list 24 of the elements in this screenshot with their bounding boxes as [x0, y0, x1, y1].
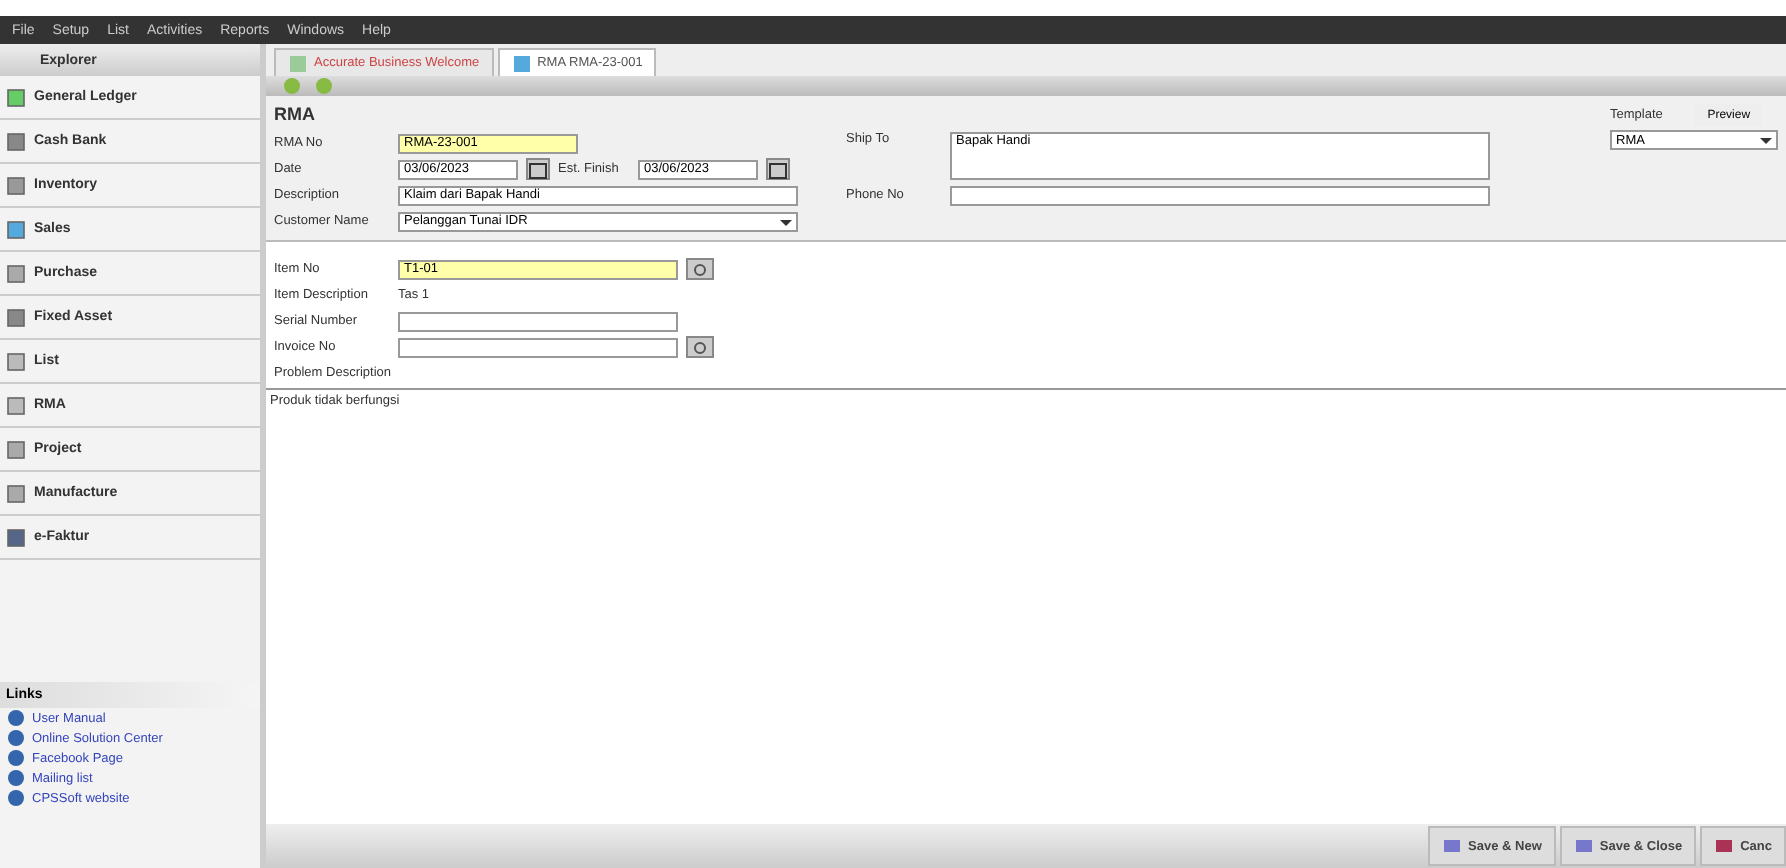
search-icon: [690, 259, 710, 279]
module-icon: [6, 131, 26, 151]
tab-icon: [288, 53, 308, 73]
module-icon: [6, 219, 26, 239]
module-icon: [6, 87, 26, 107]
module-icon: [6, 175, 26, 195]
phone-field[interactable]: [950, 185, 1490, 205]
lookup-button[interactable]: [686, 258, 714, 280]
button-icon: [1714, 836, 1735, 856]
serial-number-field[interactable]: [398, 311, 678, 331]
module-icon: [6, 439, 26, 459]
button-icon: [1573, 836, 1594, 856]
module-icon: [6, 307, 26, 327]
search-icon: [690, 337, 710, 357]
module-icon: [6, 351, 26, 371]
module-icon: [6, 527, 26, 547]
module-icon: [6, 395, 26, 415]
module-icon: [6, 263, 26, 283]
button-icon: [1442, 836, 1463, 856]
module-icon: [6, 483, 26, 503]
invoice-number-field[interactable]: [398, 337, 678, 357]
tab-icon: [511, 53, 532, 73]
lookup-button[interactable]: [686, 336, 714, 358]
form-title: RMA: [274, 104, 317, 128]
